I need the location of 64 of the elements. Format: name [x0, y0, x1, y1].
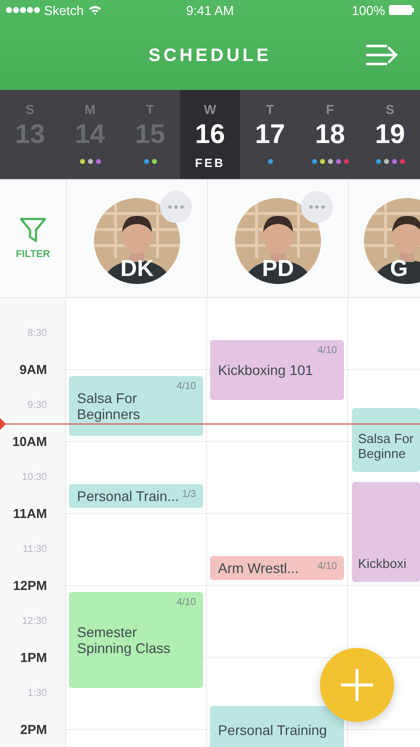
attendee-count: 4/10 — [318, 560, 337, 572]
event-title: Personal Training — [218, 722, 327, 738]
date-number: 17 — [254, 119, 286, 150]
class-event[interactable]: Kickboxing 101 4/10 — [210, 340, 344, 400]
battery-percent: 100% — [352, 2, 386, 18]
attendee-count: 1/3 — [182, 488, 196, 500]
more-icon — [309, 204, 325, 208]
event-title: Arm Wrestl... — [218, 560, 299, 576]
time-label: 11AM — [13, 506, 47, 520]
weekday-label: S — [386, 102, 394, 117]
event-title: Personal Train... — [77, 488, 179, 504]
event-title: Salsa For Beginners — [77, 390, 142, 422]
class-event[interactable]: Semester Spinning Class 4/10 — [69, 592, 203, 688]
event-title: Salsa For Beginne — [358, 432, 415, 462]
time-label: 1:30 — [28, 688, 47, 698]
time-label: 9:30 — [28, 400, 47, 410]
time-label: 8:30 — [28, 328, 47, 338]
class-event[interactable]: Personal Train... 1/3 — [69, 484, 203, 508]
time-label: 12:30 — [22, 616, 47, 626]
month-label: FEB — [195, 156, 225, 170]
day-tab[interactable]: F 18 — [300, 90, 360, 179]
date-number: 18 — [314, 119, 346, 150]
instructor-initials: G — [390, 254, 408, 282]
date-number: 19 — [374, 119, 406, 150]
class-event[interactable]: Salsa For Beginners 4/10 — [69, 376, 203, 436]
add-button[interactable] — [320, 648, 394, 722]
attendee-count: 4/10 — [176, 380, 196, 392]
screen-title: SCHEDULE — [148, 44, 272, 66]
date-number: 16 — [194, 119, 226, 150]
attendee-count: 4/10 — [318, 344, 337, 356]
signal-icon — [6, 7, 40, 13]
class-event[interactable]: Salsa For Beginne — [352, 408, 420, 472]
more-button[interactable] — [301, 190, 333, 222]
event-title: Semester Spinning Class — [77, 624, 172, 656]
time-label: 1PM — [20, 650, 47, 664]
class-event[interactable]: Kickboxi — [352, 482, 420, 582]
time-label: 10AM — [12, 434, 47, 448]
time-label: 2PM — [20, 722, 47, 736]
time-label: 9AM — [20, 362, 47, 376]
weekday-label: F — [326, 102, 334, 117]
time-label: 10:30 — [22, 472, 47, 482]
clock-time: 9:41 AM — [186, 2, 234, 18]
instructor-initials: DK — [119, 254, 155, 282]
filter-icon[interactable] — [19, 217, 47, 243]
instructor-initials: PD — [261, 254, 295, 282]
more-icon — [168, 204, 184, 208]
time-label: 11:30 — [22, 544, 47, 554]
event-title: Kickboxi — [358, 557, 406, 572]
class-event[interactable]: Arm Wrestl... 4/10 — [210, 556, 344, 580]
class-event[interactable]: Personal Training — [210, 706, 344, 747]
attendee-count: 4/10 — [176, 596, 196, 608]
event-title: Kickboxing 101 — [218, 362, 313, 378]
plus-icon — [339, 667, 375, 703]
carrier-name: Sketch — [44, 2, 84, 18]
weekday-label: W — [204, 102, 216, 117]
battery-icon — [389, 5, 414, 15]
wifi-icon — [88, 5, 102, 15]
more-button[interactable] — [160, 190, 192, 222]
time-label: 12PM — [13, 578, 47, 592]
weekday-label: T — [266, 102, 274, 117]
day-tab[interactable]: W 16 FEB — [180, 90, 240, 179]
day-tab[interactable]: T 17 — [240, 90, 300, 179]
menu-arrow-icon[interactable] — [366, 44, 398, 66]
day-tab[interactable]: S 19 — [360, 90, 420, 179]
